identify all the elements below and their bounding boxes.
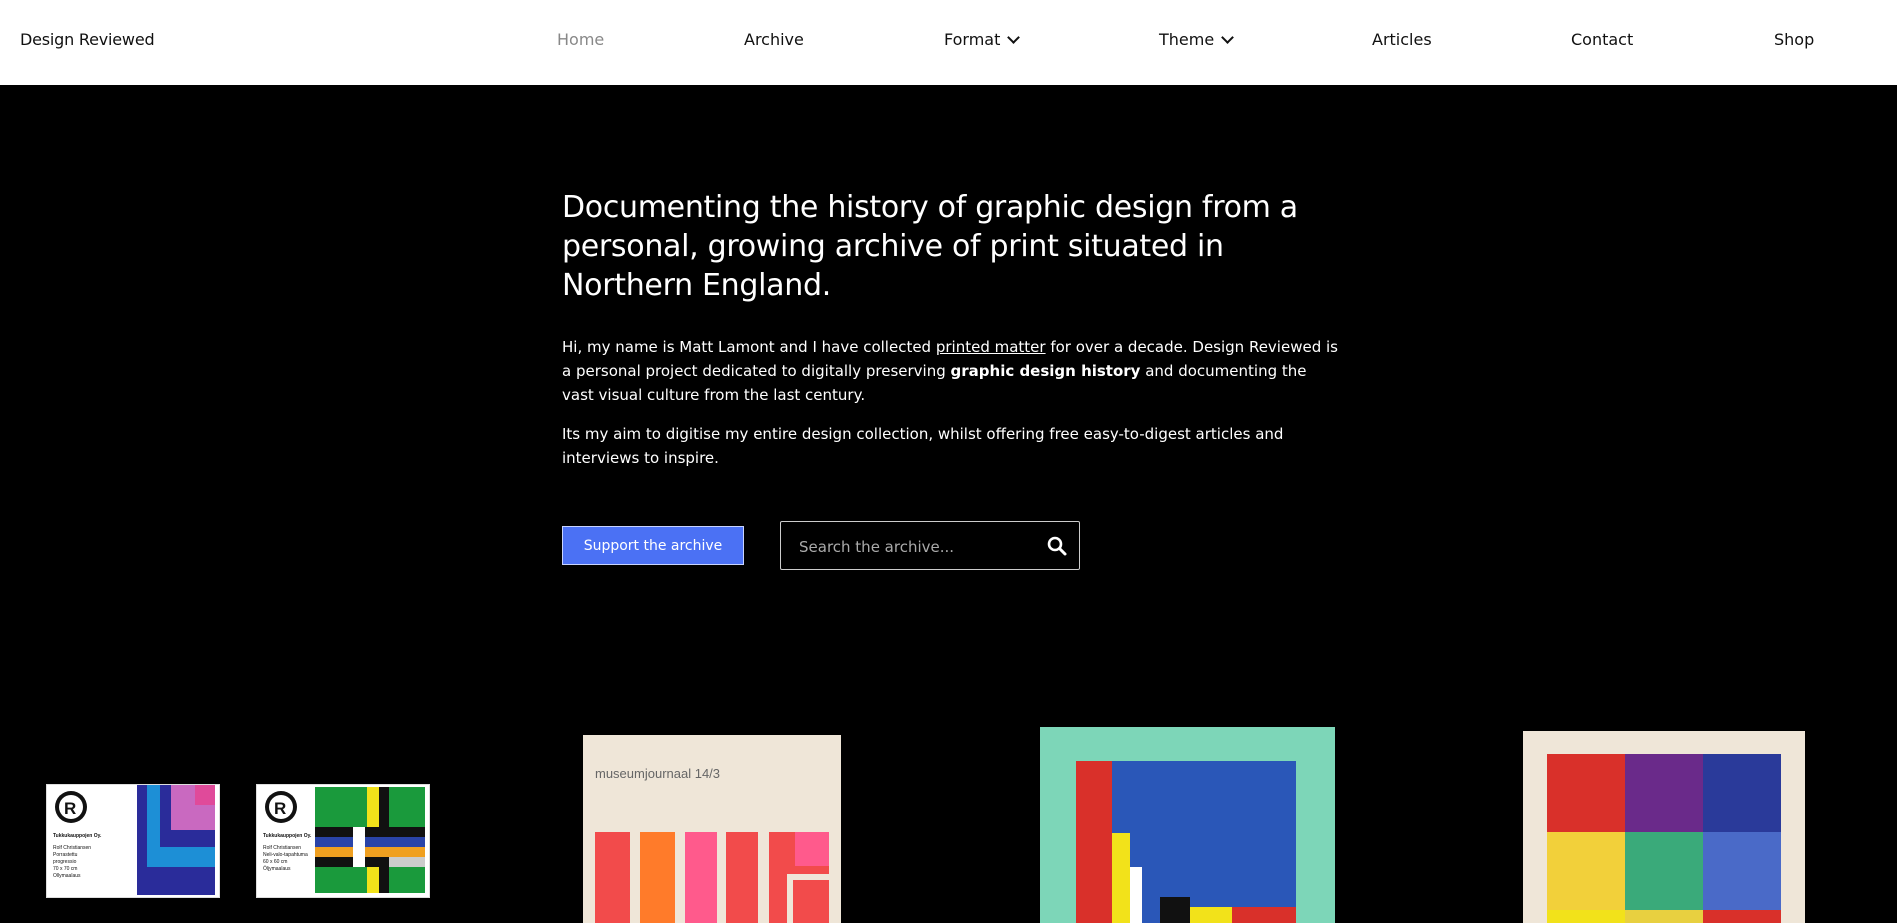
nav-archive[interactable]: Archive — [744, 30, 804, 49]
search-icon — [1047, 536, 1067, 556]
grid-artwork — [1547, 754, 1781, 923]
hero-section: Documenting the history of graphic desig… — [562, 188, 1342, 470]
nav-theme-label: Theme — [1159, 30, 1215, 49]
card-line: progressio — [53, 859, 77, 865]
nav-shop[interactable]: Shop — [1774, 30, 1814, 49]
site-brand[interactable]: Design Reviewed — [20, 30, 155, 49]
chevron-down-icon — [1007, 31, 1021, 44]
search-button[interactable] — [1045, 534, 1069, 558]
card-line: 70 x 70 cm — [53, 866, 78, 872]
printed-matter-link[interactable]: printed matter — [936, 338, 1046, 356]
magazine-artwork — [595, 832, 829, 923]
nav-format[interactable]: Format — [944, 30, 1021, 49]
nav-home[interactable]: Home — [557, 30, 604, 49]
nav-contact[interactable]: Contact — [1571, 30, 1633, 49]
gallery-item-color-grid[interactable] — [1523, 731, 1805, 923]
svg-text:R: R — [274, 799, 286, 818]
intro-text-1: Hi, my name is Matt Lamont and I have co… — [562, 338, 936, 356]
gallery-item-museumjournaal[interactable]: museumjournaal 14/3 — [583, 735, 841, 923]
intro-strong: graphic design history — [950, 362, 1141, 380]
support-archive-button[interactable]: Support the archive — [562, 526, 744, 565]
nav-articles[interactable]: Articles — [1372, 30, 1432, 49]
card-company: Tukkukauppojen Oy. — [263, 833, 312, 839]
card-line: Rolf Christiansen — [263, 845, 302, 851]
nav-theme[interactable]: Theme — [1159, 30, 1235, 49]
card-line: Porrastettu — [53, 852, 78, 858]
svg-text:R: R — [64, 799, 76, 818]
cover-artwork — [1076, 761, 1296, 923]
search-form — [780, 521, 1080, 570]
nav-format-label: Format — [944, 30, 1001, 49]
top-navigation: Design Reviewed Home Archive Format Them… — [0, 0, 1897, 85]
gallery-item-card-1[interactable]: R Tukkukauppojen Oy. Rolf Christiansen P… — [46, 784, 220, 898]
card-line: Neli-valo-tapahtuma — [263, 852, 308, 858]
hero-aim: Its my aim to digitise my entire design … — [562, 425, 1284, 467]
gallery-item-card-2[interactable]: R Tukkukauppojen Oy. Rolf Christiansen N… — [256, 784, 430, 898]
hero-intro: Hi, my name is Matt Lamont and I have co… — [562, 335, 1342, 407]
card-line: 60 x 60 cm — [263, 859, 288, 865]
search-input[interactable] — [797, 534, 1041, 560]
hero-heading: Documenting the history of graphic desig… — [562, 190, 1298, 303]
card-company: Tukkukauppojen Oy. — [53, 833, 102, 839]
gallery-item-blue-cover[interactable] — [1040, 727, 1335, 923]
card-line: Öljymaalaus — [263, 866, 291, 872]
card-line: Ollymaalaus — [53, 873, 81, 879]
chevron-down-icon — [1221, 31, 1235, 44]
card-line: Rolf Christiansen — [53, 845, 92, 851]
